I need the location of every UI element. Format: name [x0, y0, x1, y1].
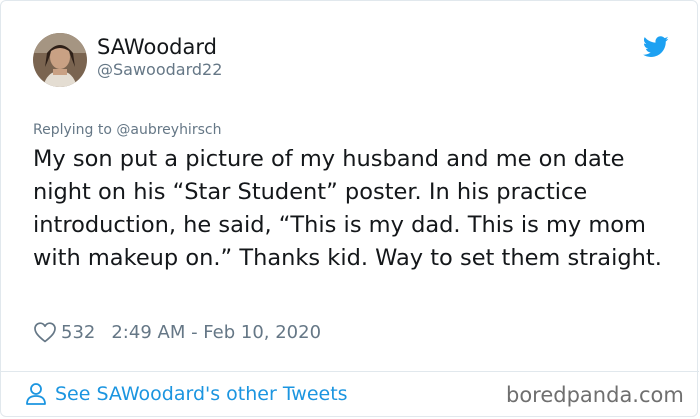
avatar[interactable]: [33, 33, 87, 87]
tweet-meta: 532 2:49 AM - Feb 10, 2020: [33, 319, 321, 345]
heart-svg: [34, 322, 56, 343]
heart-icon[interactable]: [33, 321, 57, 343]
watermark: boredpanda.com: [506, 383, 684, 407]
author-display-name[interactable]: SAWoodard: [97, 35, 217, 59]
footer-divider: [1, 371, 699, 372]
twitter-bird-svg: [642, 36, 669, 57]
tweet-timestamp[interactable]: 2:49 AM - Feb 10, 2020: [111, 322, 321, 343]
tweet-text: My son put a picture of my husband and m…: [33, 146, 662, 271]
see-other-tweets-link[interactable]: See SAWoodard's other Tweets: [25, 382, 348, 406]
like-count: 532: [61, 321, 96, 343]
author-handle[interactable]: @Sawoodard22: [97, 60, 222, 79]
person-icon: [25, 382, 47, 406]
avatar-image: [33, 33, 87, 87]
tweet-card: SAWoodard @Sawoodard22 Replying to @aubr…: [0, 0, 699, 417]
replying-to-label[interactable]: Replying to @aubreyhirsch: [33, 122, 221, 138]
see-other-tweets-label: See SAWoodard's other Tweets: [55, 383, 348, 405]
twitter-bird-icon[interactable]: [642, 36, 669, 58]
person-svg: [26, 383, 46, 405]
